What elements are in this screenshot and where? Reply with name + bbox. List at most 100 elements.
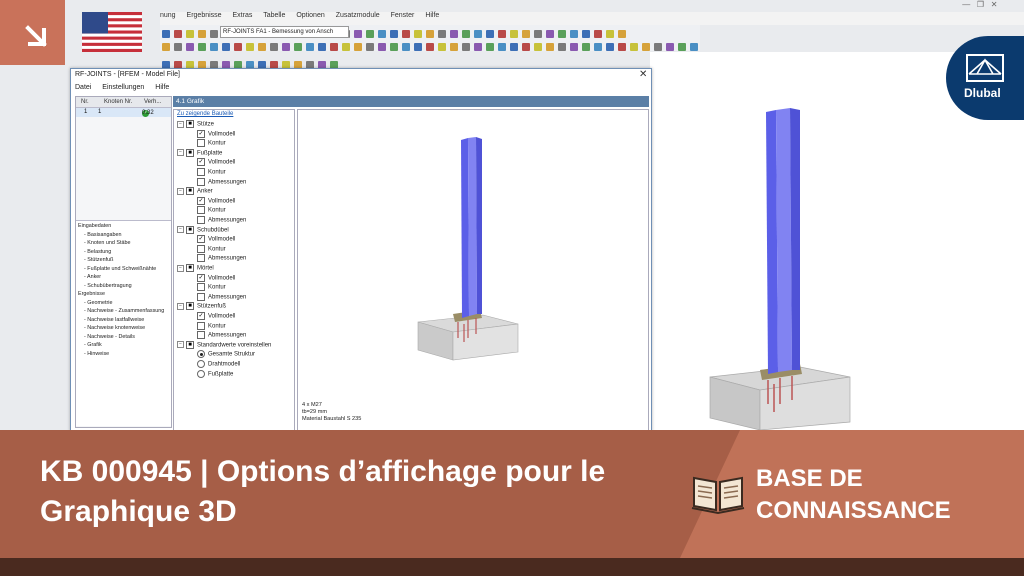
toolbar-button-icon[interactable] [390,43,398,51]
nav-item[interactable]: - Geometrie [84,300,112,306]
tree-group[interactable]: − ■ Stützenfuß [177,302,226,311]
menu-item[interactable]: Ergebnisse [187,12,222,19]
toolbar-button-icon[interactable] [582,43,590,51]
toolbar-button-icon[interactable] [546,30,554,38]
group-checkbox[interactable]: ■ [186,225,194,234]
toolbar-button-icon[interactable] [330,43,338,51]
toolbar-button-icon[interactable] [594,30,602,38]
toolbar-button-icon[interactable] [678,43,686,51]
toolbar-button-icon[interactable] [390,30,398,38]
nav-item[interactable]: - Schubübertragung [84,283,132,289]
tree-group[interactable]: − ■ Fußplatte [177,148,222,158]
tree-group[interactable]: − ■ Mörtel [177,264,214,273]
toolbar-button-icon[interactable] [210,43,218,51]
option-checkbox[interactable] [197,206,205,215]
toolbar-button-icon[interactable] [426,30,434,38]
option-checkbox[interactable]: ✓ [197,129,205,138]
toolbar-button-icon[interactable] [630,43,638,51]
toolbar-button-icon[interactable] [522,43,530,51]
tree-radio[interactable]: Gesamte Struktur [197,350,255,359]
toolbar-button-icon[interactable] [654,43,662,51]
toolbar-button-icon[interactable] [450,30,458,38]
toolbar-button-icon[interactable] [690,43,698,51]
nav-item[interactable]: - Hinweise [84,351,109,357]
option-checkbox[interactable] [197,244,205,253]
radio-button[interactable] [197,360,205,368]
toolbar-button-icon[interactable] [294,43,302,51]
group-checkbox[interactable]: ■ [186,264,194,272]
toolbar-button-icon[interactable] [366,30,374,38]
menu-item[interactable]: nung [160,12,176,19]
toolbar-button-icon[interactable] [198,30,206,38]
tree-option[interactable]: Kontur [197,139,226,148]
dialog-menu-hilfe[interactable]: Hilfe [155,84,169,91]
radio-button[interactable] [197,350,205,359]
tree-radio[interactable]: Drahtmodell [197,360,240,369]
nav-item[interactable]: - Belastung [84,249,111,255]
group-checkbox[interactable]: ■ [186,187,194,196]
toolbar-button-icon[interactable] [462,30,470,38]
toolbar-button-icon[interactable] [414,30,422,38]
option-checkbox[interactable] [197,331,205,340]
toolbar-button-icon[interactable] [378,30,386,38]
nav-item[interactable]: - Basisangaben [84,232,121,238]
toolbar-button-icon[interactable] [354,30,362,38]
tree-option[interactable]: Abmessungen [197,216,246,225]
close-icon[interactable]: ✕ [639,69,647,80]
tree-option[interactable]: ✓ Vollmodell [197,196,235,206]
toolbar-button-icon[interactable] [498,43,506,51]
toolbar-button-icon[interactable] [534,43,542,51]
toolbar-button-icon[interactable] [486,30,494,38]
toolbar-button-icon[interactable] [246,43,254,51]
tree-option[interactable]: ✓ Vollmodell [197,235,235,244]
toolbar-button-icon[interactable] [378,43,386,51]
nav-item[interactable]: Eingabedaten [78,223,111,229]
toolbar-button-icon[interactable] [222,43,230,51]
group-checkbox[interactable]: ■ [186,148,194,157]
nav-item[interactable]: - Stützenfuß [84,257,113,263]
nav-item[interactable]: - Knoten und Stäbe [84,240,130,246]
nav-item[interactable]: Ergebnisse [78,291,105,297]
toolbar-button-icon[interactable] [606,43,614,51]
option-checkbox[interactable] [197,168,205,176]
tree-option[interactable]: ✓ Vollmodell [197,129,235,139]
toolbar-button-icon[interactable] [258,43,266,51]
module-select[interactable]: RF-JOINTS FA1 - Bemessung von Ansch [220,26,349,38]
toolbar-button-icon[interactable] [666,43,674,51]
option-checkbox[interactable] [197,216,205,224]
toolbar-button-icon[interactable] [198,43,206,51]
group-checkbox[interactable]: ■ [186,302,194,311]
toolbar-button-icon[interactable] [318,43,326,51]
toolbar-button-icon[interactable] [570,43,578,51]
option-checkbox[interactable] [197,254,205,263]
nav-item[interactable]: - Fußplatte und Schweißnähte [84,266,156,272]
toolbar-button-icon[interactable] [402,43,410,51]
toolbar-button-icon[interactable] [606,30,614,38]
expander-icon[interactable]: − [177,264,184,272]
group-checkbox[interactable]: ■ [186,340,194,349]
expander-icon[interactable]: − [177,120,184,128]
graphic-preview-panel[interactable]: 4 x M27 tb=29 mm Material Baustahl S 235 [297,109,649,431]
toolbar-button-icon[interactable] [174,30,182,38]
menu-item[interactable]: Optionen [296,12,324,19]
toolbar-button-icon[interactable] [306,43,314,51]
toolbar-button-icon[interactable] [510,43,518,51]
option-checkbox[interactable] [197,177,205,186]
tree-option[interactable]: ✓ Vollmodell [197,312,235,321]
option-checkbox[interactable] [197,292,205,301]
dialog-menu-einstellungen[interactable]: Einstellungen [102,84,144,91]
nav-item[interactable]: - Grafik [84,342,102,348]
toolbar-button-icon[interactable] [186,30,194,38]
tree-option[interactable]: Abmessungen [197,292,246,302]
tree-radio[interactable]: Fußplatte [197,369,233,379]
toolbar-button-icon[interactable] [282,43,290,51]
option-checkbox[interactable]: ✓ [197,312,205,320]
menu-item[interactable]: Zusatzmodule [336,12,380,19]
tree-group[interactable]: − ■ Standardwerte voreinstellen [177,340,271,350]
tree-option[interactable]: Kontur [197,206,226,215]
toolbar-button-icon[interactable] [234,43,242,51]
radio-button[interactable] [197,369,205,378]
toolbar-button-icon[interactable] [582,30,590,38]
menu-item[interactable]: Extras [233,12,253,19]
dialog-menu-datei[interactable]: Datei [75,84,91,91]
